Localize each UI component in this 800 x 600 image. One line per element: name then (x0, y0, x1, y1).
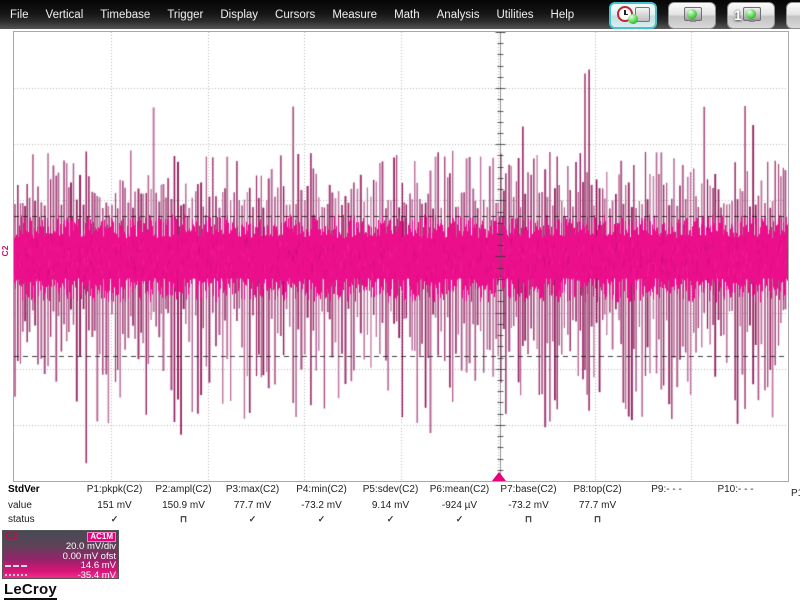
param-header-p8[interactable]: P8:top(C2) (563, 484, 632, 500)
toolbar-button-measure-timer[interactable] (609, 1, 657, 29)
param-value-p10 (701, 500, 770, 514)
trigger-position-marker[interactable] (492, 472, 506, 481)
green-orb-icon (687, 8, 697, 19)
param-header-p2[interactable]: P2:ampl(C2) (149, 484, 218, 500)
param-header-p10[interactable]: P10:- - - (701, 484, 770, 500)
menu-item-analysis[interactable]: Analysis (437, 9, 480, 21)
param-status-p10 (701, 514, 770, 528)
value-row-label: value (8, 500, 32, 511)
dashdot-line-icon (5, 564, 27, 567)
green-orb-icon (746, 8, 756, 19)
channel-c2-descriptor-box[interactable]: C2 AC1M 20.0 mV/div 0.00 mV ofst 14.6 mV… (2, 530, 119, 581)
menu-bar: File Vertical Timebase Trigger Display C… (0, 0, 800, 29)
menu-items: File Vertical Timebase Trigger Display C… (0, 9, 574, 21)
param-status-p2: ⊓ (179, 514, 188, 524)
param-value-p6: -924 µV (441, 500, 478, 511)
toolbar: 1 (609, 1, 800, 29)
toolbar-button-partial[interactable] (786, 1, 800, 29)
param-value-p4: -73.2 mV (301, 500, 342, 511)
param-header-p5[interactable]: P5:sdev(C2) (356, 484, 425, 500)
lecroy-logo: LeCroy (4, 581, 57, 600)
menu-item-timebase[interactable]: Timebase (100, 9, 150, 21)
measurement-table: StdVer P1:pkpk(C2) P2:ampl(C2) P3:max(C2… (0, 484, 800, 528)
menu-item-measure[interactable]: Measure (332, 9, 377, 21)
menu-item-file[interactable]: File (10, 9, 29, 21)
param-value-p5: 9.14 mV (371, 500, 410, 511)
param-value-p9 (632, 500, 701, 514)
param-status-p3: ✓ (248, 514, 257, 524)
menu-item-display[interactable]: Display (220, 9, 258, 21)
param-status-p1: ✓ (110, 514, 119, 524)
param-value-p7: -73.2 mV (508, 500, 549, 511)
param-status-p7: ⊓ (524, 514, 533, 524)
param-header-p7[interactable]: P7:base(C2) (494, 484, 563, 500)
monitor-icon (743, 6, 761, 22)
green-orb-icon (628, 13, 638, 24)
param-header-p9[interactable]: P9:- - - (632, 484, 701, 500)
param-header-overflow: P1 (791, 488, 800, 499)
param-header-p3[interactable]: P3:max(C2) (218, 484, 287, 500)
menu-item-trigger[interactable]: Trigger (167, 9, 203, 21)
menu-item-vertical[interactable]: Vertical (46, 9, 84, 21)
param-status-p5: ✓ (386, 514, 395, 524)
param-status-p9 (632, 514, 701, 528)
param-status-p6: ✓ (455, 514, 464, 524)
measure-mode-label: StdVer (8, 484, 40, 495)
monitor-icon (684, 6, 702, 22)
channel-name-label: C2 (5, 531, 18, 543)
button-number-label: 1 (734, 6, 742, 23)
toolbar-button-display-a[interactable] (668, 1, 716, 29)
param-header-p4[interactable]: P4:min(C2) (287, 484, 356, 500)
param-header-p6[interactable]: P6:mean(C2) (425, 484, 494, 500)
param-status-p4: ✓ (317, 514, 326, 524)
menu-item-utilities[interactable]: Utilities (496, 9, 533, 21)
status-row-label: status (8, 514, 35, 525)
param-value-p2: 150.9 mV (162, 500, 205, 511)
param-status-p8: ⊓ (593, 514, 602, 524)
menu-item-cursors[interactable]: Cursors (275, 9, 315, 21)
param-value-p1: 151 mV (97, 500, 132, 511)
dotted-line-icon (5, 574, 27, 577)
menu-item-help[interactable]: Help (551, 9, 575, 21)
param-value-p8: 77.7 mV (578, 500, 617, 511)
param-value-p3: 77.7 mV (233, 500, 272, 511)
channel-c2-axis-marker[interactable]: C2 (0, 241, 12, 261)
channel-level2-label: -35.4 mV (77, 569, 116, 581)
menu-item-math[interactable]: Math (394, 9, 420, 21)
scope-grid (13, 31, 789, 482)
toolbar-button-display-1[interactable]: 1 (727, 1, 775, 29)
param-header-p1[interactable]: P1:pkpk(C2) (80, 484, 149, 500)
waveform-canvas[interactable] (14, 32, 788, 481)
